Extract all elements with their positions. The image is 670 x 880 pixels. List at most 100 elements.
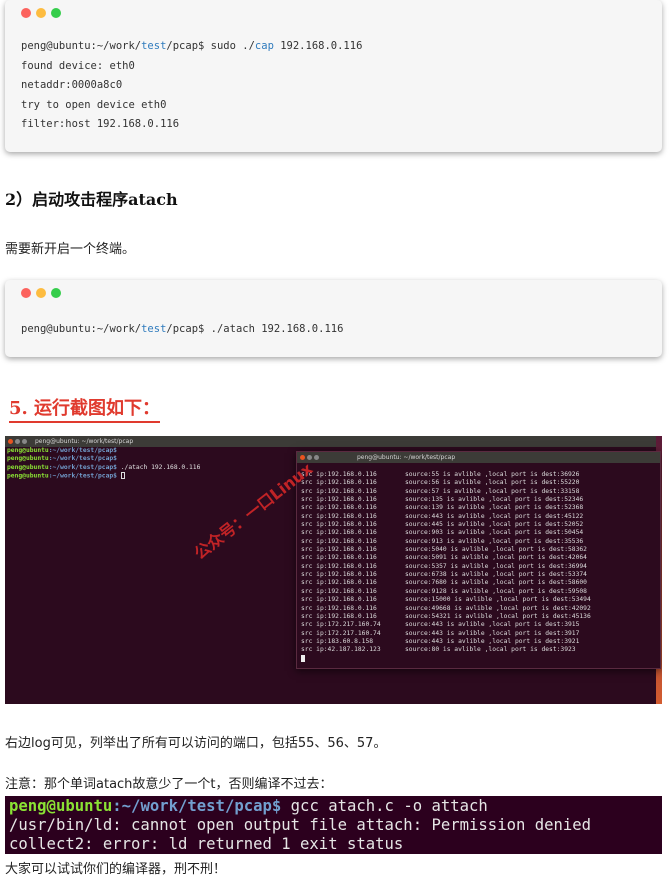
log-row: src ip:192.168.0.116 source:54321 is avli… (301, 613, 660, 621)
log-message: source:5091 is avlible ,local port is de… (405, 554, 587, 562)
maximize-dot-icon (51, 8, 61, 18)
code-line: peng@ubuntu:~/work/test/pcap$ sudo ./cap… (21, 40, 363, 52)
log-message: source:5357 is avlible ,local port is de… (405, 562, 587, 570)
log-message: source:54321 is avlible ,local port is d… (405, 612, 591, 620)
log-row: src ip:192.168.0.116 source:5091 is avlib… (301, 554, 660, 562)
log-row: src ip:192.168.0.116 source:5357 is avlib… (301, 563, 660, 571)
log-src-ip: src ip:192.168.0.116 (301, 529, 377, 537)
log-src-ip: src ip:192.168.0.116 (301, 554, 377, 562)
code-block-atach: peng@ubuntu:~/work/test/pcap$ ./atach 19… (5, 280, 662, 357)
log-src-ip: src ip:192.168.0.116 (301, 587, 377, 595)
log-row: src ip:192.168.0.116 source:56 is avlible… (301, 479, 660, 487)
minimize-icon (15, 439, 20, 444)
log-message: source:913 is avlible ,local port is des… (405, 537, 584, 545)
log-src-ip: src ip:192.168.0.116 (301, 596, 377, 604)
code-line: filter:host 192.168.0.116 (21, 118, 180, 130)
log-row: src ip:192.168.0.116 source:7680 is avlib… (301, 579, 660, 587)
log-message: source:80 is avlible ,local port is dest… (405, 646, 576, 654)
log-message: source:55 is avlible ,local port is dest… (405, 471, 580, 478)
log-src-ip: src ip:192.168.0.116 (301, 479, 377, 487)
terminal-cursor (120, 472, 125, 480)
log-message: source:15000 is avlible ,local port is d… (405, 596, 591, 604)
log-message: source:135 is avlible ,local port is des… (405, 496, 584, 504)
code-line: netaddr:0000a8c0 (21, 79, 123, 91)
log-row: src ip:192.168.0.116 source:445 is avlibl… (301, 521, 660, 529)
paragraph-note: 注意：那个单词atach故意少了一个t，否则编译不过去： (5, 777, 333, 792)
terminal-titlebar: peng@ubuntu: ~/work/test/pcap (297, 452, 660, 463)
log-message: source:443 is avlible ,local port is des… (405, 621, 580, 629)
log-message: source:443 is avlible ,local port is des… (405, 629, 580, 637)
code-line: try to open device eth0 (21, 98, 167, 111)
code-block-capture: peng@ubuntu:~/work/test/pcap$ sudo ./cap… (5, 0, 662, 152)
close-dot-icon (21, 288, 31, 298)
log-message: source:57 is avlible ,local port is dest… (405, 487, 580, 495)
log-message: source:443 is avlible ,local port is des… (405, 512, 584, 520)
compile-error-terminal: peng@ubuntu:~/work/test/pcap$ gcc atach.… (5, 796, 662, 854)
log-message: source:443 is avlible ,local port is des… (405, 637, 580, 645)
log-src-ip: src ip:192.168.0.116 (301, 487, 377, 495)
paragraph-try-compiler: 大家可以试试你们的编译器，刑不刑！ (5, 862, 227, 877)
terminal-window-right: peng@ubuntu: ~/work/test/pcap src ip:192… (296, 451, 661, 669)
terminal-line: /usr/bin/ld: cannot open output file att… (9, 816, 592, 834)
paragraph-log-description: 右边log可见，列举出了所有可以访问的端口，包括55、56、57。 (5, 736, 387, 751)
maximize-icon (314, 455, 319, 460)
terminal-line: peng@ubuntu:~/work/test/pcap$ gcc atach.… (9, 797, 488, 815)
log-src-ip: src ip:192.168.0.116 (301, 571, 377, 579)
log-message: source:5040 is avlible ,local port is de… (405, 546, 587, 554)
window-dots (21, 8, 61, 18)
log-src-ip: src ip:192.168.0.116 (301, 537, 377, 545)
log-src-ip: src ip:192.168.0.116 (301, 471, 377, 478)
log-row: src ip:192.168.0.116 source:15000 is avli… (301, 596, 660, 604)
log-message: source:445 is avlible ,local port is des… (405, 521, 584, 529)
log-message: source:6738 is avlible ,local port is de… (405, 571, 587, 579)
log-src-ip: src ip:172.217.160.74 (301, 621, 381, 629)
log-src-ip: src ip:192.168.0.116 (301, 546, 377, 554)
log-message: source:139 is avlible ,local port is des… (405, 504, 584, 512)
log-row: src ip:192.168.0.116 source:903 is avlibl… (301, 529, 660, 537)
terminal-titlebar: peng@ubuntu: ~/work/test/pcap (5, 436, 662, 447)
log-row: src ip:192.168.0.116 source:6738 is avlib… (301, 571, 660, 579)
close-icon (8, 439, 13, 444)
log-src-ip: src ip:192.168.0.116 (301, 512, 377, 520)
terminal-line: collect2: error: ld returned 1 exit stat… (9, 835, 404, 853)
log-src-ip: src ip:192.168.0.116 (301, 521, 377, 529)
log-row: src ip:192.168.0.116 source:57 is avlible… (301, 488, 660, 496)
log-src-ip: src ip:192.168.0.116 (301, 579, 377, 587)
port-scan-log: src ip:192.168.0.116 source:55 is avlible… (297, 463, 660, 663)
log-cursor-row (301, 654, 660, 663)
minimize-dot-icon (36, 288, 46, 298)
maximize-dot-icon (51, 288, 61, 298)
minimize-dot-icon (36, 8, 46, 18)
log-message: source:9128 is avlible ,local port is de… (405, 587, 587, 595)
log-row: src ip:192.168.0.116 source:9128 is avlib… (301, 588, 660, 596)
log-row: src ip:172.217.160.74 source:443 is avlib… (301, 621, 660, 629)
log-src-ip: src ip:183.60.8.158 (301, 637, 374, 645)
log-src-ip: src ip:42.187.182.123 (301, 646, 381, 654)
log-row: src ip:192.168.0.116 source:49668 is avli… (301, 605, 660, 613)
log-src-ip: src ip:172.217.160.74 (301, 629, 381, 637)
close-dot-icon (21, 8, 31, 18)
log-row: src ip:42.187.182.123 source:80 is avlibl… (301, 646, 660, 654)
log-row: src ip:192.168.0.116 source:5040 is avlib… (301, 546, 660, 554)
terminal-cursor (301, 654, 305, 662)
log-message: source:7680 is avlible ,local port is de… (405, 579, 587, 587)
log-row: src ip:172.217.160.74 source:443 is avlib… (301, 630, 660, 638)
log-row: src ip:192.168.0.116 source:443 is avlibl… (301, 513, 660, 521)
window-dots (21, 288, 61, 298)
log-row: src ip:192.168.0.116 source:135 is avlibl… (301, 496, 660, 504)
maximize-icon (22, 439, 27, 444)
log-src-ip: src ip:192.168.0.116 (301, 504, 377, 512)
log-src-ip: src ip:192.168.0.116 (301, 604, 377, 612)
log-row: src ip:192.168.0.116 source:55 is avlible… (301, 471, 660, 479)
log-src-ip: src ip:192.168.0.116 (301, 496, 377, 504)
code-line: peng@ubuntu:~/work/test/pcap$ ./atach 19… (21, 323, 344, 335)
code-line: found device: eth0 (21, 59, 135, 72)
log-src-ip: src ip:192.168.0.116 (301, 562, 377, 570)
section-heading-screenshot: 5. 运行截图如下： (9, 394, 161, 423)
log-message: source:49668 is avlible ,local port is d… (405, 604, 591, 612)
log-row: src ip:192.168.0.116 source:139 is avlibl… (301, 504, 660, 512)
minimize-icon (307, 455, 312, 460)
section-heading-start-attack: 2）启动攻击程序atach (5, 190, 178, 209)
paragraph-new-terminal: 需要新开启一个终端。 (5, 242, 136, 257)
log-message: source:56 is avlible ,local port is dest… (405, 479, 580, 487)
